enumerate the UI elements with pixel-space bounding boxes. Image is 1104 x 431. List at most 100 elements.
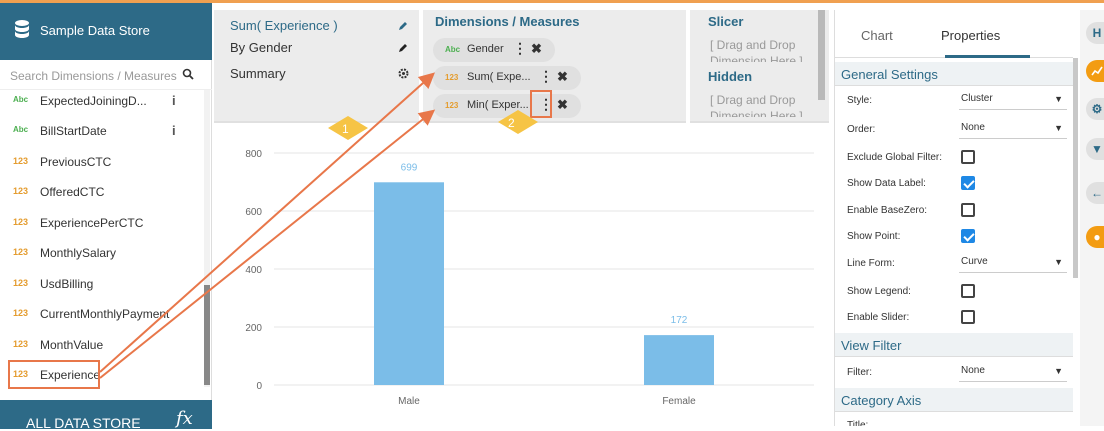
gears-icon[interactable]: ⚙ [1086,98,1104,120]
chevron-down-icon: ▼ [1054,94,1063,104]
filter-icon[interactable]: ▼ [1086,138,1104,160]
tab-properties[interactable]: Properties [941,28,1000,43]
pill-sum-experience[interactable]: 123 Sum( Expe... ⋮ ✖ [433,66,581,90]
properties-scrollbar[interactable] [1073,58,1078,278]
bar-female [644,335,714,385]
field-item-expectedjoiningdate[interactable]: Abc ExpectedJoiningD... i [0,90,204,114]
numeric-type-icon: 123 [13,308,29,318]
right-icon-strip: H ⚙ ▼ ← ● [1080,10,1104,426]
search-icon[interactable] [182,68,194,80]
tab-chart[interactable]: Chart [861,28,893,43]
field-name: MonthValue [40,338,104,352]
field-item-currentmonthlypayment[interactable]: 123 CurrentMonthlyPayment [0,301,204,327]
slicer-drop-zone-line2: Dimension Here ] [710,54,803,62]
section-title: General Settings [841,67,938,82]
field-name: ExpectedJoiningD... [40,94,147,108]
general-settings-header[interactable]: General Settings [835,62,1073,86]
active-tab-indicator [945,55,1030,58]
data-store-title: Sample Data Store [40,23,150,38]
style-select[interactable]: Cluster ▼ [959,90,1067,110]
info-icon[interactable]: i [172,93,176,108]
view-filter-header[interactable]: View Filter [835,333,1073,357]
show-legend-checkbox[interactable] [961,284,975,298]
field-item-monthvalue[interactable]: 123 MonthValue [0,332,204,358]
numeric-type-icon: 123 [13,186,29,196]
filter-label: Filter: [847,367,872,378]
field-item-previousctc[interactable]: 123 PreviousCTC [0,149,204,175]
pill-gender[interactable]: Abc Gender ⋮ ✖ [433,38,555,62]
edit-pencil-icon[interactable] [397,42,409,54]
experience-highlight-box [8,360,100,389]
bar-male [374,182,444,385]
bulb-icon[interactable]: ● [1086,226,1104,248]
text-type-icon: Abc [13,125,29,134]
database-icon [15,20,29,38]
settings-gear-icon[interactable] [397,67,410,80]
remove-icon[interactable]: ✖ [557,69,568,85]
dimensions-measures-column: Dimensions / Measures Abc Gender ⋮ ✖ 123… [423,10,686,123]
field-name: PreviousCTC [40,155,112,169]
x-tick-label: Female [662,396,696,407]
category-axis-header[interactable]: Category Axis [835,388,1073,412]
slicer-hidden-column: Slicer [ Drag and Drop Dimension Here ] … [690,10,825,123]
measure-title[interactable]: Sum( Experience ) [230,18,338,33]
data-store-header[interactable]: Sample Data Store [0,3,212,60]
field-item-billstartdate[interactable]: Abc BillStartDate i [0,118,204,144]
edit-pencil-icon[interactable] [397,20,409,32]
chart-icon[interactable] [1086,60,1104,82]
numeric-type-icon: 123 [445,101,459,110]
chevron-down-icon: ▼ [1054,257,1063,267]
field-name: ExperiencePerCTC [40,216,144,230]
kebab-menu-icon[interactable]: ⋮ [513,40,527,57]
kebab-highlight-box [530,90,552,118]
scrollbar-thumb[interactable] [204,285,210,385]
group-by-label[interactable]: By Gender [230,40,292,55]
enable-basezero-checkbox[interactable] [961,203,975,217]
field-list-scrollbar[interactable] [204,90,210,387]
data-label: 699 [401,162,418,173]
enable-slider-label: Enable Slider: [847,312,910,323]
all-data-store-button[interactable]: ALL DATA STORE fx [0,400,212,431]
pill-min-experience[interactable]: 123 Min( Exper... ⋮ ✖ [433,94,581,118]
chart-summary-column: Sum( Experience ) By Gender Summary [214,10,419,123]
summary-label[interactable]: Summary [230,66,286,81]
field-item-offeredctc[interactable]: 123 OfferedCTC [0,179,204,205]
info-icon[interactable]: i [172,123,176,138]
back-arrow-icon[interactable]: ← [1086,182,1104,204]
chart-config-panel: Sum( Experience ) By Gender Summary Dime… [214,10,829,123]
remove-icon[interactable]: ✖ [531,41,542,57]
hidden-title: Hidden [708,69,753,84]
line-form-select[interactable]: Curve ▼ [959,253,1067,273]
show-legend-label: Show Legend: [847,286,911,297]
filter-select[interactable]: None ▼ [959,362,1067,382]
exclude-global-filter-checkbox[interactable] [961,150,975,164]
y-tick-label: 200 [245,323,262,334]
kebab-menu-icon[interactable]: ⋮ [539,68,553,85]
order-select[interactable]: None ▼ [959,119,1067,139]
enable-slider-checkbox[interactable] [961,310,975,324]
numeric-type-icon: 123 [13,247,29,257]
pill-label: Min( Exper... [467,99,529,111]
h-icon[interactable]: H [1086,22,1104,44]
hidden-drop-zone[interactable]: [ Drag and Drop [710,92,795,108]
left-panel: Sample Data Store Search Dimensions / Me… [0,3,212,431]
show-data-label-checkbox[interactable] [961,176,975,190]
remove-icon[interactable]: ✖ [557,97,568,113]
search-placeholder[interactable]: Search Dimensions / Measures [10,69,177,83]
exclude-global-filter-label: Exclude Global Filter: [847,152,943,163]
config-scrollbar[interactable] [818,10,825,100]
field-item-usdbilling[interactable]: 123 UsdBilling [0,271,204,297]
x-tick-label: Male [398,396,420,407]
line-form-value: Curve [961,256,988,267]
filter-value: None [961,365,985,376]
all-data-store-label: ALL DATA STORE [26,415,141,431]
pill-label: Sum( Expe... [467,71,531,83]
field-name: UsdBilling [40,277,94,291]
field-item-monthlysalary[interactable]: 123 MonthlySalary [0,240,204,266]
search-field[interactable]: Search Dimensions / Measures [0,60,212,90]
text-type-icon: Abc [13,95,29,104]
show-point-checkbox[interactable] [961,229,975,243]
data-label: 172 [671,315,688,326]
slicer-drop-zone[interactable]: [ Drag and Drop [710,37,795,53]
field-item-experiencepercte[interactable]: 123 ExperiencePerCTC [0,210,204,236]
